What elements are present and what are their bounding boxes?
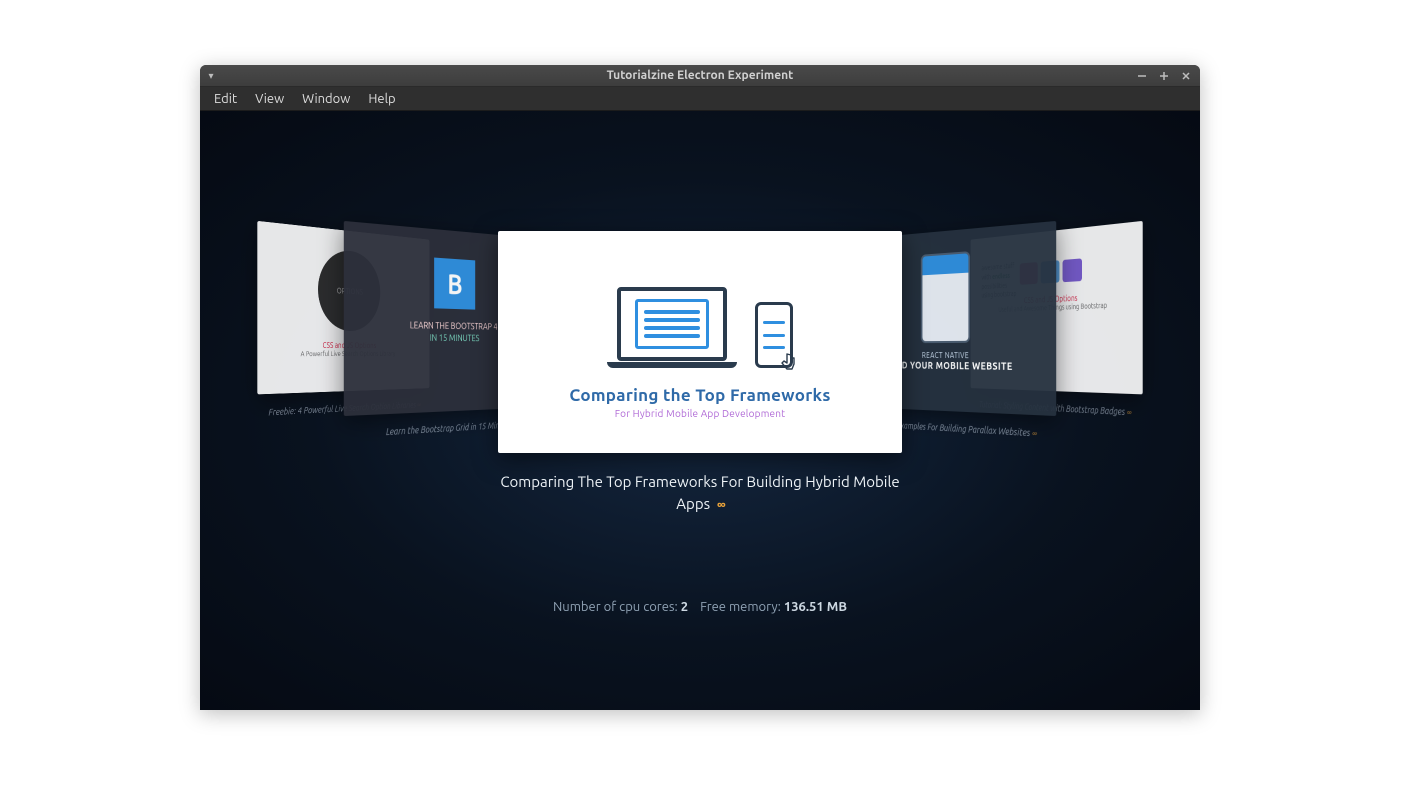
minimize-button[interactable] <box>1132 68 1152 84</box>
center-illustration <box>607 287 793 368</box>
close-button[interactable] <box>1176 68 1196 84</box>
system-stats: Number of cpu cores: 2 Free memory: 136.… <box>553 600 847 614</box>
menu-edit[interactable]: Edit <box>206 90 245 108</box>
window-title: Tutorialzine Electron Experiment <box>607 69 794 82</box>
titlebar[interactable]: ▾ Tutorialzine Electron Experiment <box>200 65 1200 87</box>
center-heading: Comparing the Top Frameworks <box>569 386 830 405</box>
caption-text: Comparing The Top Frameworks For Buildin… <box>500 473 899 512</box>
link-icon[interactable]: ∞ <box>717 496 724 512</box>
phone-thumbnail-icon <box>921 251 970 343</box>
link-icon: ∞ <box>1032 428 1037 439</box>
bootstrap-icon: B <box>434 258 475 310</box>
link-icon: ∞ <box>1127 407 1132 418</box>
active-item-caption: Comparing The Top Frameworks For Buildin… <box>500 471 900 515</box>
cpu-stat: Number of cpu cores: 2 <box>553 600 688 614</box>
menu-window[interactable]: Window <box>294 90 358 108</box>
menu-view[interactable]: View <box>247 90 292 108</box>
app-menu-button[interactable]: ▾ <box>200 65 222 86</box>
cpu-value: 2 <box>681 600 688 614</box>
cpu-label: Number of cpu cores: <box>553 600 678 614</box>
menu-help[interactable]: Help <box>360 90 403 108</box>
maximize-button[interactable] <box>1154 68 1174 84</box>
maximize-icon <box>1159 71 1169 81</box>
center-subheading: For Hybrid Mobile App Development <box>615 408 786 419</box>
window-controls <box>1132 68 1196 84</box>
close-icon <box>1181 71 1191 81</box>
laptop-icon <box>607 287 737 368</box>
phone-icon <box>755 302 793 368</box>
content-area: OPTIONS CSS and JS Options A Powerful Li… <box>200 111 1200 710</box>
mem-label: Free memory: <box>700 600 781 614</box>
mem-value: 136.51 MB <box>784 600 847 614</box>
carousel-card-center[interactable]: Comparing the Top Frameworks For Hybrid … <box>498 231 902 453</box>
minimize-icon <box>1137 71 1147 81</box>
mem-stat: Free memory: 136.51 MB <box>700 600 847 614</box>
menubar: Edit View Window Help <box>200 87 1200 111</box>
app-window: ▾ Tutorialzine Electron Experiment Edit … <box>200 65 1200 710</box>
hand-icon <box>778 351 798 371</box>
